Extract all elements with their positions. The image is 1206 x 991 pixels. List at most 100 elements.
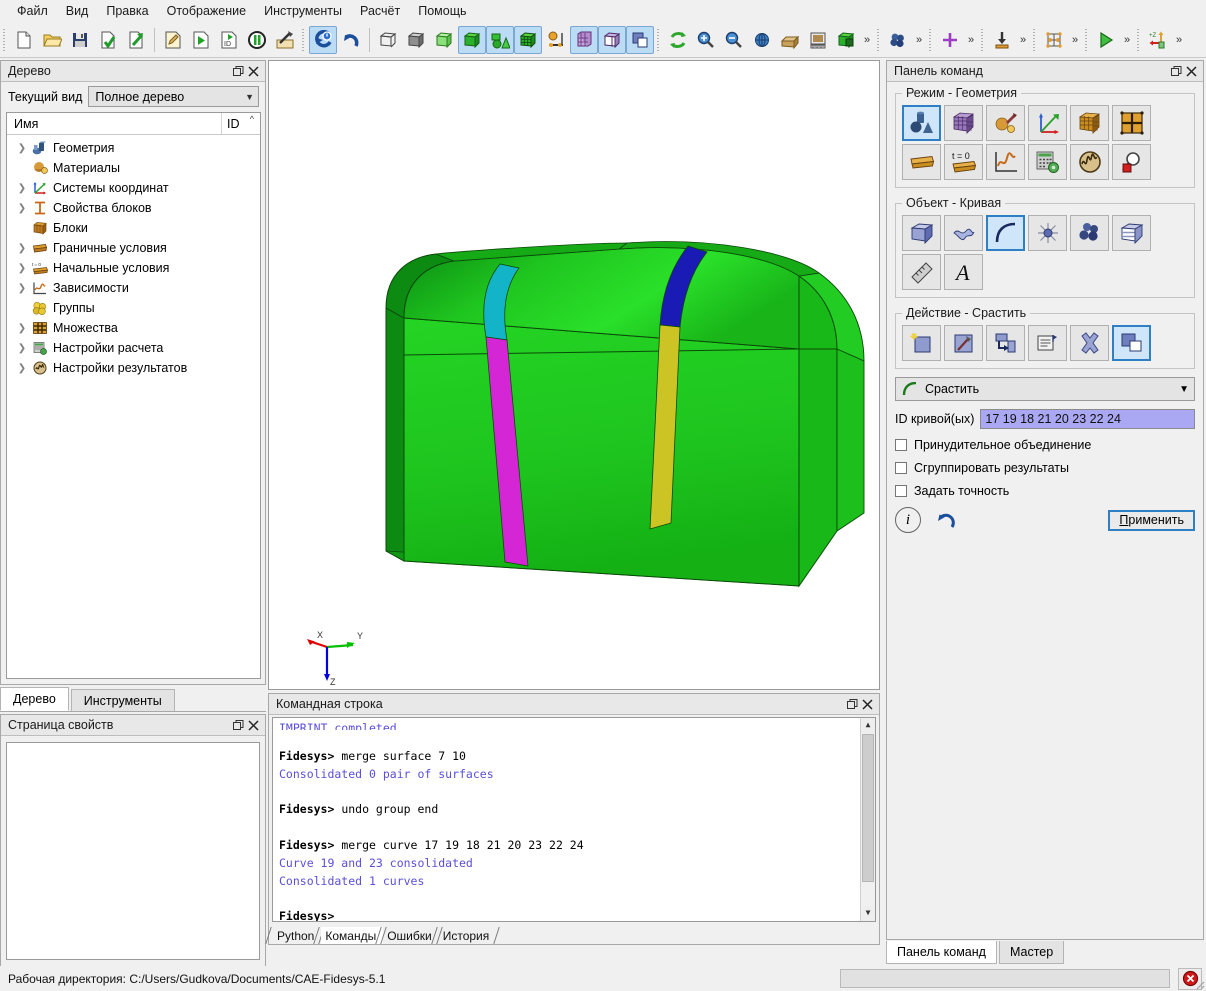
geometry-mode-icon[interactable]: [486, 25, 514, 54]
tab-wizard[interactable]: Мастер: [998, 941, 1065, 964]
toolbar-overflow-4[interactable]: »: [1016, 26, 1030, 54]
menu-display[interactable]: Отображение: [158, 1, 255, 21]
globe-icon[interactable]: [748, 26, 776, 54]
set-tolerance-checkbox[interactable]: [895, 485, 907, 497]
mode-dependency-icon[interactable]: [986, 144, 1025, 180]
toolbar-overflow-7[interactable]: »: [1172, 26, 1186, 54]
object-ruler-icon[interactable]: [902, 254, 941, 290]
force-merge-checkbox-row[interactable]: Принудительное объединение: [895, 438, 1195, 452]
tree-item-geometry[interactable]: ❯ Геометрия: [7, 138, 260, 158]
tab-history[interactable]: История: [439, 927, 497, 944]
tree-item-result-settings[interactable]: ❯ Настройки результатов: [7, 358, 260, 378]
mode-initial-icon[interactable]: t = 0: [944, 144, 983, 180]
action-modify-icon[interactable]: [944, 325, 983, 361]
toolbar-overflow-1[interactable]: »: [860, 26, 874, 54]
curve-ids-input[interactable]: 17 19 18 21 20 23 22 24: [980, 409, 1195, 429]
console-close-icon[interactable]: [860, 697, 875, 712]
tab-errors[interactable]: Ошибки: [383, 927, 439, 944]
tree-item-coordinate-systems[interactable]: ❯ Системы координат: [7, 178, 260, 198]
info-button[interactable]: i: [895, 507, 921, 533]
resize-grip[interactable]: [1193, 978, 1205, 990]
overlap-icon[interactable]: [626, 25, 654, 54]
tree-item-dependencies[interactable]: ❯ Зависимости: [7, 278, 260, 298]
expand-arrow-icon[interactable]: ❯: [15, 263, 29, 274]
console-scrollbar[interactable]: ▲ ▼: [860, 718, 875, 921]
zaxis-icon[interactable]: +Z: [1144, 26, 1172, 54]
action-create-icon[interactable]: [902, 325, 941, 361]
expand-arrow-icon[interactable]: ❯: [15, 203, 29, 214]
toolbar-grip-5[interactable]: [927, 26, 934, 53]
menu-edit[interactable]: Правка: [97, 1, 157, 21]
mode-material-icon[interactable]: [986, 105, 1025, 141]
scroll-down-icon[interactable]: ▼: [860, 906, 875, 921]
column-header-name[interactable]: Имя: [7, 113, 222, 134]
command-float-icon[interactable]: [1169, 64, 1184, 79]
cube-fit-icon[interactable]: [832, 26, 860, 54]
journal-id-icon[interactable]: ID: [215, 26, 243, 54]
menu-tools[interactable]: Инструменты: [255, 1, 351, 21]
tree-item-groups[interactable]: Группы: [7, 298, 260, 318]
expand-arrow-icon[interactable]: ❯: [15, 323, 29, 334]
tab-tools[interactable]: Инструменты: [70, 689, 175, 711]
expand-arrow-icon[interactable]: ❯: [15, 143, 29, 154]
undo-icon[interactable]: [337, 26, 365, 54]
tree-item-block-properties[interactable]: ❯ Свойства блоков: [7, 198, 260, 218]
3d-viewport[interactable]: X Y Z: [268, 60, 880, 690]
open-file-icon[interactable]: [38, 26, 66, 54]
expand-arrow-icon[interactable]: ❯: [15, 283, 29, 294]
tree-item-calc-settings[interactable]: ❯ Настройки расчета: [7, 338, 260, 358]
refresh-icon[interactable]: [664, 26, 692, 54]
toolbar-grip-2[interactable]: [300, 26, 307, 53]
menu-help[interactable]: Помощь: [409, 1, 475, 21]
expand-arrow-icon[interactable]: ❯: [15, 183, 29, 194]
toolbar-overflow-2[interactable]: »: [912, 26, 926, 54]
command-close-icon[interactable]: [1184, 64, 1199, 79]
journal-play-icon[interactable]: [187, 26, 215, 54]
mode-mesh-icon[interactable]: [944, 105, 983, 141]
export-icon[interactable]: [122, 26, 150, 54]
new-file-icon[interactable]: [10, 26, 38, 54]
tree-close-icon[interactable]: [246, 64, 261, 79]
grid-icon[interactable]: [570, 25, 598, 54]
toolbar-grip-3[interactable]: [655, 26, 662, 53]
reset-command-button[interactable]: [933, 507, 959, 533]
tree-float-icon[interactable]: [231, 64, 246, 79]
hiddenline-icon[interactable]: [402, 26, 430, 54]
tree-item-boundary-conditions[interactable]: ❯ Граничные условия: [7, 238, 260, 258]
zoom-out-icon[interactable]: [720, 26, 748, 54]
toolbar-grip-4[interactable]: [875, 26, 882, 53]
toolbar-grip-7[interactable]: [1031, 26, 1038, 53]
toolbar-overflow-6[interactable]: »: [1120, 26, 1134, 54]
node-net-icon[interactable]: [1040, 26, 1068, 54]
mode-blocks-icon[interactable]: [1070, 105, 1109, 141]
object-volume-icon[interactable]: [902, 215, 941, 251]
tree-item-blocks[interactable]: Блоки: [7, 218, 260, 238]
action-attributes-icon[interactable]: [1028, 325, 1067, 361]
save-file-icon[interactable]: [66, 26, 94, 54]
pause-icon[interactable]: [243, 26, 271, 54]
toolbar-grip-8[interactable]: [1083, 26, 1090, 53]
operation-combo[interactable]: Срастить ▼: [895, 377, 1195, 401]
reset-icon[interactable]: [309, 25, 337, 54]
load-arrow-icon[interactable]: [988, 26, 1016, 54]
toolbar-grip-6[interactable]: [979, 26, 986, 53]
action-delete-icon[interactable]: [1070, 325, 1109, 361]
scrollbar-thumb[interactable]: [862, 734, 874, 882]
mode-coordsys-icon[interactable]: [1028, 105, 1067, 141]
build-icon[interactable]: [271, 26, 299, 54]
set-tolerance-checkbox-row[interactable]: Задать точность: [895, 484, 1195, 498]
column-header-id[interactable]: ID ^: [222, 113, 260, 134]
expand-arrow-icon[interactable]: ❯: [15, 243, 29, 254]
mode-inspect-icon[interactable]: [1112, 144, 1151, 180]
force-merge-checkbox[interactable]: [895, 439, 907, 451]
object-body-icon[interactable]: [1112, 215, 1151, 251]
tree-item-materials[interactable]: Материалы: [7, 158, 260, 178]
action-merge-icon[interactable]: [1112, 325, 1151, 361]
zoom-in-icon[interactable]: [692, 26, 720, 54]
mode-calc-icon[interactable]: [1028, 144, 1067, 180]
compare-icon[interactable]: [542, 26, 570, 54]
mode-results-icon[interactable]: [1070, 144, 1109, 180]
tree-item-initial-conditions[interactable]: ❯ t = 0 Начальные условия: [7, 258, 260, 278]
object-vertex-icon[interactable]: [1028, 215, 1067, 251]
scale-icon[interactable]: [804, 26, 832, 54]
